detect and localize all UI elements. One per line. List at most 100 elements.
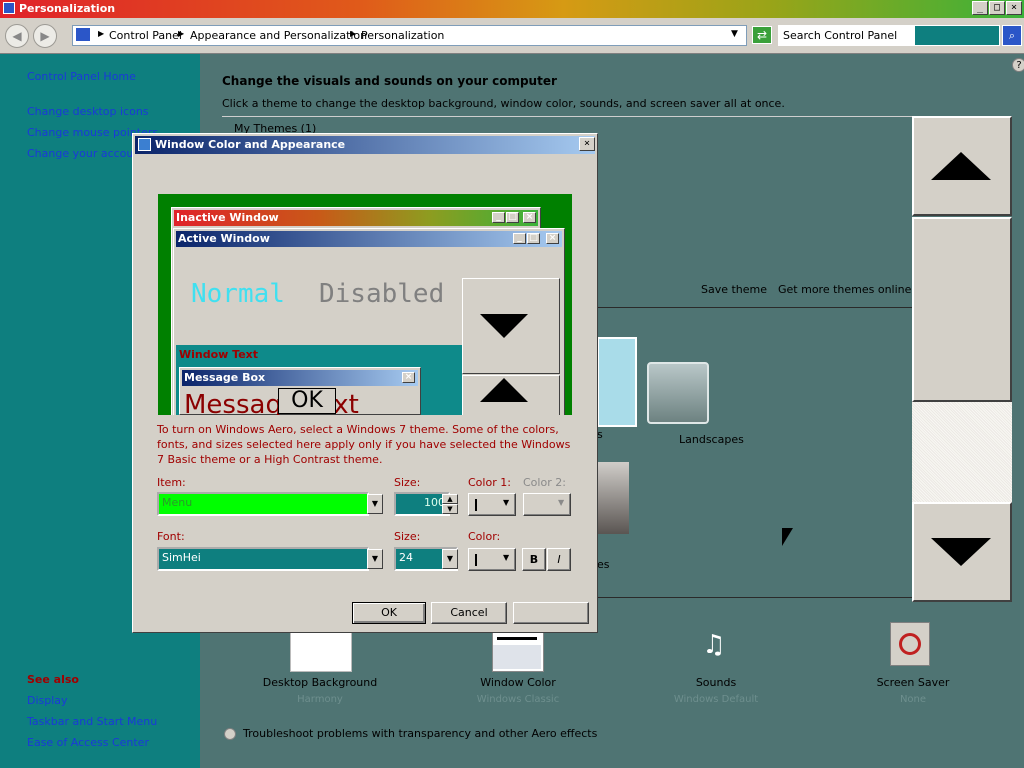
breadcrumb-arrow-icon[interactable]: ▶ xyxy=(98,29,104,38)
maximize-button[interactable]: □ xyxy=(989,1,1005,15)
minimize-icon: _ xyxy=(492,212,505,223)
font-size-dropdown-icon[interactable]: ▼ xyxy=(442,549,458,569)
font-select[interactable]: SimHei xyxy=(157,547,369,571)
save-theme-link[interactable]: Save theme xyxy=(701,283,767,296)
preview-menu-area: Normal Disabled xyxy=(176,249,466,345)
close-button[interactable]: × xyxy=(1006,1,1022,15)
window-color-label[interactable]: Window Color xyxy=(438,676,598,689)
address-toolbar: ◀ ▶ ▶ Control Panel ▶ Appearance and Per… xyxy=(0,18,1024,54)
link-display[interactable]: Display xyxy=(27,694,68,707)
font-color-picker[interactable]: ▼ xyxy=(468,548,516,571)
message-box-preview: Message Box × Message Text OK xyxy=(179,367,421,415)
font-label: Font: xyxy=(157,530,185,543)
window-color-dialog: Window Color and Appearance × Inactive W… xyxy=(132,133,598,633)
forward-button[interactable]: ▶ xyxy=(33,24,57,48)
arrow-down-icon xyxy=(480,314,528,338)
arrow-up-icon xyxy=(931,152,991,180)
scroll-up-button[interactable] xyxy=(912,116,1012,216)
title-bar: Personalization _ □ × xyxy=(0,0,1024,18)
link-control-panel-home[interactable]: Control Panel Home xyxy=(27,70,136,83)
preview-scroll-down xyxy=(462,278,560,374)
message-box-title: Message Box xyxy=(184,371,266,384)
active-window-title: Active Window xyxy=(178,232,270,245)
breadcrumb-personalization[interactable]: Personalization xyxy=(361,29,444,42)
dialog-title-bar: Window Color and Appearance xyxy=(135,136,595,154)
maximize-icon: □ xyxy=(527,233,540,244)
breadcrumb-arrow-icon[interactable]: ▶ xyxy=(350,29,356,38)
search-icon[interactable]: ⌕ xyxy=(1002,25,1022,46)
search-box[interactable] xyxy=(778,25,1000,46)
appearance-preview[interactable]: Inactive Window _ □ × Active Window _ □ … xyxy=(158,194,572,415)
maximize-icon: □ xyxy=(506,212,519,223)
page-subline: Click a theme to change the desktop back… xyxy=(222,97,785,110)
link-taskbar[interactable]: Taskbar and Start Menu xyxy=(27,715,157,728)
address-dropdown-icon[interactable]: ▼ xyxy=(731,29,738,39)
minimize-icon: _ xyxy=(513,233,526,244)
active-title-bar: Active Window _ □ × xyxy=(176,231,562,247)
shield-icon xyxy=(224,728,236,740)
sounds-sub: Windows Default xyxy=(673,694,759,705)
cancel-button[interactable]: Cancel xyxy=(431,602,507,624)
theme-thumbnail[interactable] xyxy=(597,337,637,427)
scroll-thumb[interactable] xyxy=(912,217,1012,402)
item-select[interactable]: Menu xyxy=(157,492,369,516)
link-ease-of-access[interactable]: Ease of Access Center xyxy=(27,736,149,749)
size-spin-down-icon[interactable]: ▼ xyxy=(442,504,458,514)
bold-toggle[interactable]: B xyxy=(522,548,546,571)
dialog-close-button[interactable]: × xyxy=(579,137,595,151)
font-dropdown-icon[interactable]: ▼ xyxy=(367,549,383,569)
sounds-icon[interactable]: ♫ xyxy=(690,626,738,666)
breadcrumb-arrow-icon[interactable]: ▶ xyxy=(178,29,184,38)
close-icon: × xyxy=(546,233,559,244)
dialog-icon xyxy=(138,138,151,151)
screen-saver-label[interactable]: Screen Saver xyxy=(833,676,993,689)
color1-picker[interactable]: ▼ xyxy=(468,493,516,516)
dialog-title: Window Color and Appearance xyxy=(155,138,346,151)
window-color-icon[interactable] xyxy=(492,632,544,672)
window-title: Personalization xyxy=(19,2,116,15)
desktop-background-sub: Harmony xyxy=(297,694,343,705)
help-icon[interactable]: ? xyxy=(1012,58,1024,72)
item-dropdown-icon[interactable]: ▼ xyxy=(367,494,383,514)
font-color-label: Color: xyxy=(468,530,501,543)
theme-thumbnail[interactable] xyxy=(597,462,629,534)
desktop-background-label[interactable]: Desktop Background xyxy=(240,676,400,689)
ok-button[interactable]: OK xyxy=(352,602,426,624)
search-input[interactable] xyxy=(779,26,916,45)
arrow-down-icon xyxy=(931,538,991,566)
link-change-desktop-icons[interactable]: Change desktop icons xyxy=(27,105,149,118)
breadcrumb-control-panel[interactable]: Control Panel xyxy=(109,29,182,42)
landscapes-theme-thumbnail[interactable] xyxy=(647,362,709,424)
get-more-themes-link[interactable]: Get more themes online xyxy=(778,283,911,296)
scroll-track[interactable] xyxy=(912,402,1012,502)
back-button[interactable]: ◀ xyxy=(5,24,29,48)
minimize-button[interactable]: _ xyxy=(972,1,988,15)
breadcrumb-appearance[interactable]: Appearance and Personalization xyxy=(190,29,367,42)
close-icon: × xyxy=(523,212,536,223)
color2-picker: ▼ xyxy=(523,493,571,516)
apply-button[interactable] xyxy=(513,602,589,624)
size-spin-up-icon[interactable]: ▲ xyxy=(442,494,458,504)
arrow-up-icon xyxy=(480,378,528,402)
message-box-title-bar: Message Box × xyxy=(182,370,418,386)
see-also-heading: See also xyxy=(27,673,79,686)
sounds-label[interactable]: Sounds xyxy=(636,676,796,689)
troubleshoot-link[interactable]: Troubleshoot problems with transparency … xyxy=(243,727,597,740)
app-icon xyxy=(3,2,15,14)
refresh-icon[interactable]: ⇄ xyxy=(752,26,772,44)
size-label: Size: xyxy=(394,476,421,489)
preview-disabled-text: Disabled xyxy=(319,279,445,309)
screen-saver-sub: None xyxy=(899,694,927,705)
landscapes-label: Landscapes xyxy=(679,433,744,446)
inactive-window-title: Inactive Window xyxy=(176,211,279,224)
address-box[interactable]: ▶ Control Panel ▶ Appearance and Persona… xyxy=(72,25,747,46)
desktop-background-icon[interactable] xyxy=(290,632,352,672)
scroll-down-button[interactable] xyxy=(912,502,1012,602)
window-color-sub: Windows Classic xyxy=(476,694,560,705)
italic-toggle[interactable]: I xyxy=(547,548,571,571)
close-icon: × xyxy=(402,372,415,383)
color2-label: Color 2: xyxy=(523,476,566,489)
control-panel-icon xyxy=(76,28,90,41)
mouse-cursor-icon xyxy=(782,528,793,546)
screen-saver-icon[interactable] xyxy=(890,622,930,666)
